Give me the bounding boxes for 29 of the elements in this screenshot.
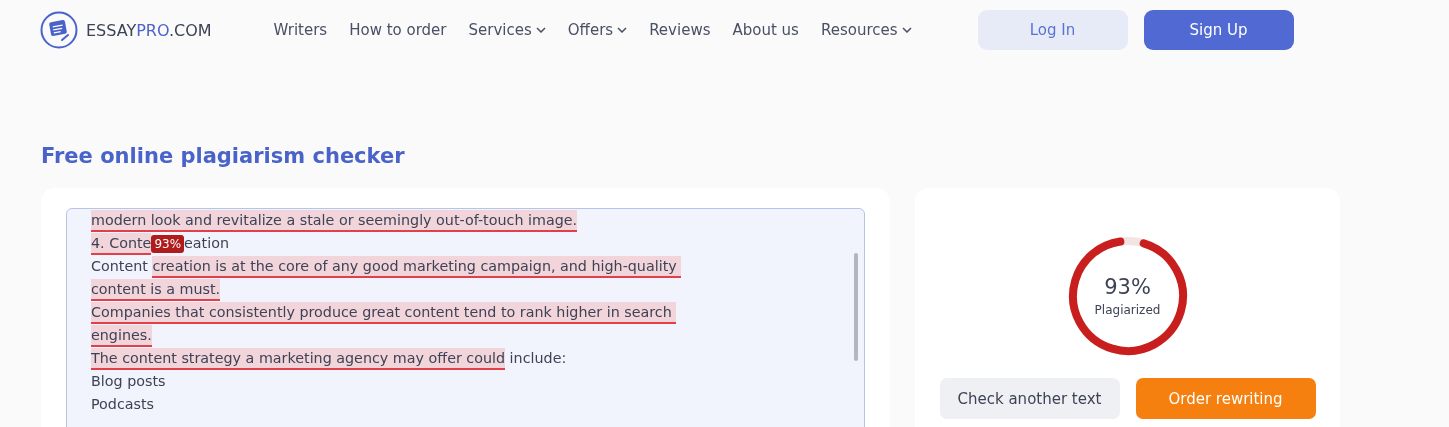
nav-link[interactable]: Services [468,21,546,39]
nav-link[interactable]: Writers [273,21,328,39]
text-line: eation [184,234,229,253]
highlighted-text: creation is at the core of any good marketing campaign, and high-quality [152,255,682,278]
nav-link[interactable]: Resources [820,21,912,39]
highlighted-text: content is a must. [91,278,221,301]
highlighted-text: modern look and revitalize a stale or seemingly out-of-touch image. [91,209,578,232]
nav-link[interactable]: Reviews [649,21,711,39]
text-line: include: [508,349,567,368]
logo-text[interactable]: ESSAYPRO.COM [86,20,212,40]
percent-badge: 93% [151,234,185,253]
text-line: Blog posts [91,372,166,391]
percent-value: 93% [1104,275,1151,299]
page-title: Free online plagiarism checker [41,144,406,170]
percent-label: Plagiarized [1094,303,1161,317]
login-button[interactable]: Log In [977,10,1128,50]
text-line: Podcasts [91,395,155,414]
highlighted-text: Companies that consistently produce great content tend to rank higher in search [91,301,677,324]
nav-link[interactable]: How to order [349,21,447,39]
text-line: Content [91,257,149,276]
nav-link[interactable]: Offers [567,21,628,39]
highlighted-text: engines. [91,324,152,347]
nav-link[interactable]: About us [732,21,799,39]
logo-icon [40,11,78,49]
highlighted-text: 4. Conte [91,232,152,255]
scrollbar[interactable] [854,253,858,361]
highlighted-text: The content strategy a marketing agency may offer could [91,347,506,370]
signup-button[interactable]: Sign Up [1143,10,1294,50]
check-another-button[interactable]: Check another text [939,378,1120,419]
